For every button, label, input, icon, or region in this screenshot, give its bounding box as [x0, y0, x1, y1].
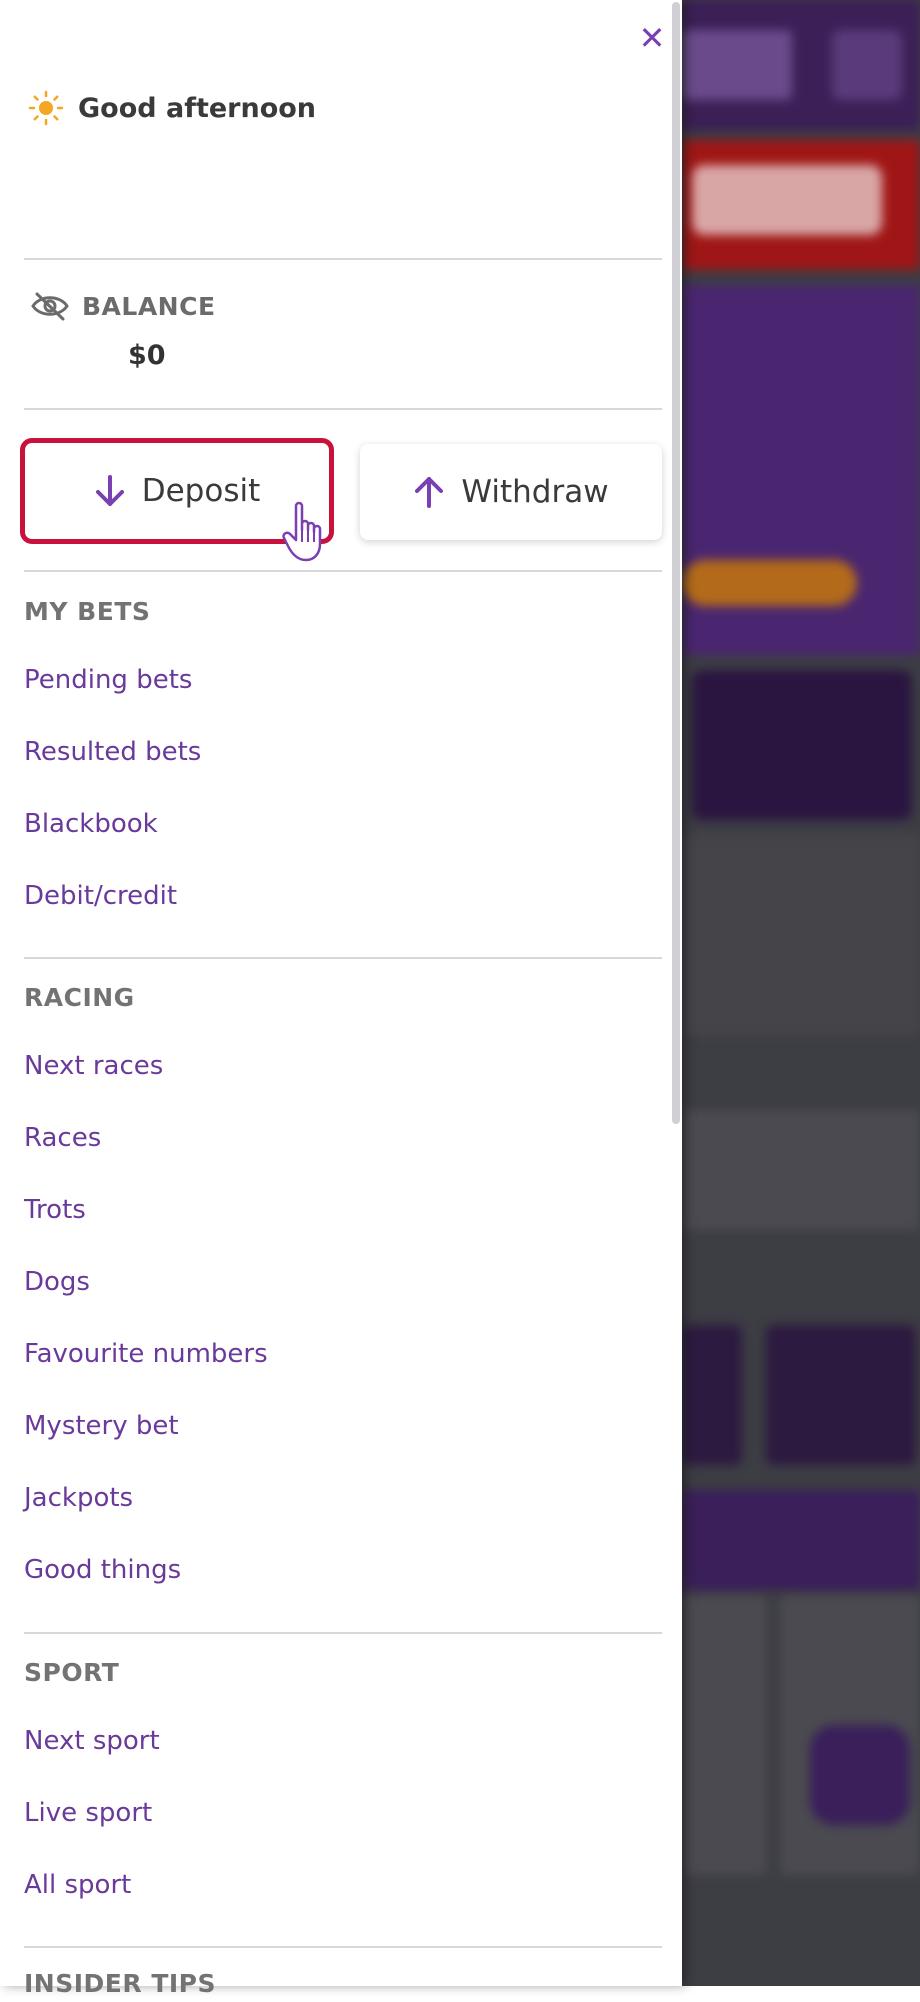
- menu-item-next-sport[interactable]: Next sport: [24, 1691, 160, 1759]
- divider: [24, 1946, 662, 1948]
- bg-purple-bar: [682, 1490, 920, 1590]
- divider: [24, 408, 662, 410]
- section-sport: SPORT Next sport Live sport All sport: [24, 1655, 160, 1903]
- menu-item-mystery-bet[interactable]: Mystery bet: [24, 1372, 268, 1444]
- menu-item-jackpots[interactable]: Jackpots: [24, 1444, 268, 1516]
- bg-race-card: [682, 1110, 920, 1230]
- section-my-bets: MY BETS Pending bets Resulted bets Black…: [24, 594, 201, 914]
- divider: [24, 957, 662, 959]
- menu-item-blackbook[interactable]: Blackbook: [24, 770, 201, 842]
- arrow-down-icon: [95, 475, 124, 506]
- menu-item-races[interactable]: Races: [24, 1084, 268, 1156]
- divider: [24, 258, 662, 260]
- hand-cursor-icon: [282, 501, 322, 562]
- background-app-content: [682, 0, 920, 1986]
- menu-item-next-races[interactable]: Next races: [24, 1016, 268, 1084]
- menu-item-debit-credit[interactable]: Debit/credit: [24, 842, 201, 914]
- menu-item-resulted-bets[interactable]: Resulted bets: [24, 698, 201, 770]
- bg-promo-button: [682, 560, 857, 606]
- menu-item-all-sport[interactable]: All sport: [24, 1831, 160, 1903]
- bg-floating-button: [810, 1725, 910, 1825]
- divider: [24, 1632, 662, 1634]
- section-racing: RACING Next races Races Trots Dogs Favou…: [24, 980, 268, 1588]
- section-insider-tips: INSIDER TIPS: [24, 1966, 216, 2002]
- balance-value: $0: [128, 340, 166, 371]
- menu-item-favourite-numbers[interactable]: Favourite numbers: [24, 1300, 268, 1372]
- withdraw-button[interactable]: Withdraw: [360, 444, 662, 540]
- bg-sports-tile: [692, 670, 912, 820]
- bg-header-button: [682, 30, 792, 100]
- sun-icon: [28, 90, 64, 126]
- greeting: Good afternoon: [28, 90, 316, 126]
- section-title: MY BETS: [24, 597, 151, 626]
- deposit-label: Deposit: [141, 473, 261, 509]
- drawer-scrollbar[interactable]: [672, 2, 680, 1124]
- balance-label: BALANCE: [82, 291, 216, 321]
- bg-card-left: [682, 1595, 767, 1875]
- divider: [24, 570, 662, 572]
- withdraw-label: Withdraw: [461, 474, 609, 510]
- eye-off-icon[interactable]: [30, 290, 70, 322]
- menu-item-trots[interactable]: Trots: [24, 1156, 268, 1228]
- arrow-up-icon: [415, 477, 444, 508]
- menu-item-dogs[interactable]: Dogs: [24, 1228, 268, 1300]
- bg-header-icon: [832, 30, 902, 100]
- section-title: INSIDER TIPS: [24, 1969, 216, 1998]
- bg-tile-a: [682, 1325, 742, 1465]
- menu-item-pending-bets[interactable]: Pending bets: [24, 630, 201, 698]
- menu-item-good-things[interactable]: Good things: [24, 1516, 268, 1588]
- menu-item-live-sport[interactable]: Live sport: [24, 1759, 160, 1831]
- greeting-text: Good afternoon: [78, 92, 317, 124]
- side-menu-drawer: ✕ Good afternoon BALANCE $0 Deposit With…: [0, 0, 682, 1998]
- section-title: SPORT: [24, 1658, 120, 1687]
- bg-verify-button: [692, 165, 882, 235]
- bg-quick-links: [682, 835, 920, 1035]
- balance-panel: BALANCE $0: [30, 290, 216, 371]
- section-title: RACING: [24, 983, 135, 1012]
- bg-tile-b: [766, 1325, 916, 1465]
- close-icon[interactable]: ✕: [634, 20, 670, 56]
